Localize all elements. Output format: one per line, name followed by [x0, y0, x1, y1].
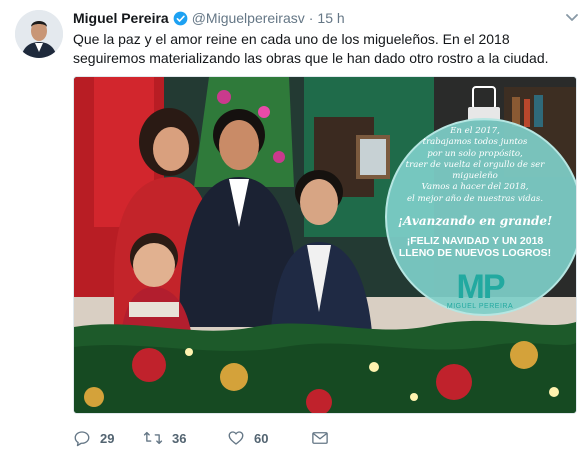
ornament-line: Vamos a hacer del 2018, [421, 182, 529, 193]
like-button[interactable]: 60 [227, 429, 311, 447]
direct-message-button[interactable] [311, 430, 329, 446]
retweet-icon [143, 429, 163, 447]
ornament-slogan: ¡Avanzando en grande! [397, 214, 553, 228]
separator-dot: · [308, 10, 314, 26]
ornament-message: En el 2017, trabajamos todos juntos por … [388, 126, 562, 205]
envelope-icon [311, 430, 329, 446]
greeting-line: ¡FELIZ NAVIDAD Y UN 2018 [406, 235, 544, 247]
tweet[interactable]: Miguel Pereira @Miguelpereirasv · 15 h Q… [0, 0, 588, 459]
reply-button[interactable]: 29 [73, 429, 143, 447]
mp-logo-name: MIGUEL PEREIRA [446, 303, 514, 310]
timestamp[interactable]: 15 h [317, 10, 344, 26]
ornament-line: por un solo propósito, [427, 148, 523, 159]
avatar[interactable] [15, 10, 63, 58]
tweet-header: Miguel Pereira @Miguelpereirasv · 15 h [73, 9, 345, 27]
ornament-line: traer de vuelta el orgullo de ser miguel… [405, 159, 545, 182]
reply-icon [73, 429, 91, 447]
ornament-line: trabajamos todos juntos [422, 137, 528, 148]
verified-badge-icon [173, 11, 188, 26]
retweet-count: 36 [172, 430, 187, 446]
ornament-line: el mejor año de nuestras vidas. [406, 193, 544, 204]
tweet-text: Que la paz y el amor reine en cada uno d… [73, 31, 549, 66]
ornament-greeting: ¡FELIZ NAVIDAD Y UN 2018 LLENO DE NUEVOS… [392, 235, 558, 259]
like-count: 60 [254, 430, 269, 446]
mp-logo: MP [456, 268, 506, 306]
reply-count: 29 [100, 430, 115, 446]
greeting-line: LLENO DE NUEVOS LOGROS! [398, 247, 552, 259]
tweet-actions: 29 36 60 [73, 428, 329, 448]
author-handle[interactable]: @Miguelpereirasv [192, 10, 305, 26]
author-name[interactable]: Miguel Pereira [73, 10, 169, 26]
heart-icon [227, 429, 245, 447]
chevron-down-icon[interactable] [566, 10, 578, 28]
ornament-line: En el 2017, [450, 126, 500, 136]
retweet-button[interactable]: 36 [143, 429, 227, 447]
